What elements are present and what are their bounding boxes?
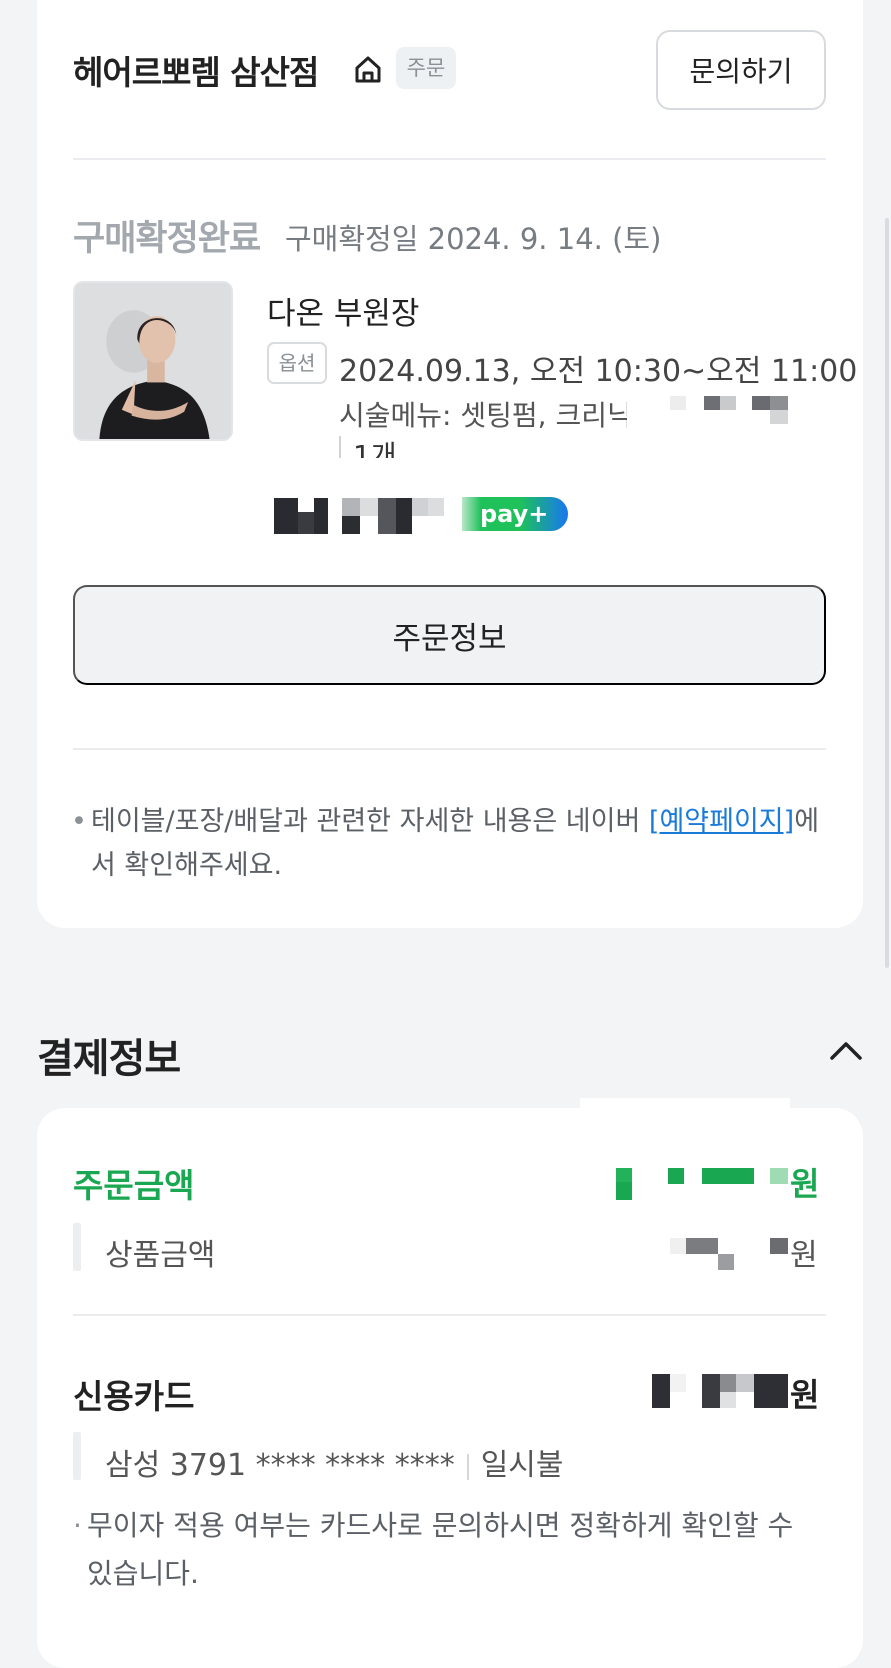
divider bbox=[73, 1314, 826, 1316]
redaction-block bbox=[770, 410, 788, 424]
quantity: 1개 bbox=[339, 436, 397, 458]
npay-plus-badge: pay+ bbox=[462, 497, 568, 531]
store-name[interactable]: 헤어르뽀렘 삼산점 bbox=[73, 46, 319, 94]
booking-notice: • 테이블/포장/배달과 관련한 자세한 내용은 네이버 [예약페이지]에 서 확… bbox=[71, 800, 831, 888]
reservation-datetime: 2024.09.13, 오전 10:30~오전 11:00 bbox=[339, 354, 858, 389]
redaction-block bbox=[770, 1238, 788, 1254]
redaction-block bbox=[720, 396, 736, 410]
bullet: • bbox=[71, 806, 87, 837]
order-type-badge: 주문 bbox=[396, 47, 456, 89]
row-bar bbox=[73, 1432, 81, 1480]
product-amount-label: 상품금액 bbox=[105, 1238, 216, 1273]
order-amount-label: 주문금액 bbox=[73, 1166, 195, 1205]
product-amount-won: 원 bbox=[790, 1238, 818, 1273]
notice-text: 테이블/포장/배달과 관련한 자세한 내용은 네이버 bbox=[91, 806, 649, 837]
notice-text: 있습니다. bbox=[87, 1557, 199, 1590]
redaction-block bbox=[718, 1254, 734, 1270]
service-menu: 시술메뉴: 셋팅펌, 크리닉 bbox=[339, 399, 633, 432]
redaction-block bbox=[670, 1238, 686, 1254]
divider bbox=[73, 748, 826, 750]
chevron-up-icon[interactable] bbox=[828, 1036, 864, 1064]
card-number: 삼성 3791 **** **** **** bbox=[105, 1448, 455, 1483]
redaction-block bbox=[754, 1374, 788, 1408]
redaction-block bbox=[720, 1392, 736, 1408]
redaction-block bbox=[652, 1374, 670, 1408]
redaction-block bbox=[752, 396, 770, 410]
bullet: · bbox=[73, 1509, 82, 1542]
redaction-block bbox=[770, 396, 788, 410]
redaction-block bbox=[616, 1182, 632, 1200]
inquiry-button[interactable]: 문의하기 bbox=[656, 30, 826, 110]
notice-text: 무이자 적용 여부는 카드사로 문의하시면 정확하게 확인할 수 bbox=[87, 1509, 794, 1542]
designer-name[interactable]: 다온 부원장 bbox=[267, 288, 419, 333]
redaction-block bbox=[720, 1374, 736, 1392]
home-icon[interactable] bbox=[352, 53, 384, 85]
divider bbox=[73, 158, 826, 160]
payment-section-title: 결제정보 bbox=[37, 1036, 181, 1082]
card-amount-won: 원 bbox=[790, 1376, 820, 1414]
credit-card-label: 신용카드 bbox=[73, 1377, 195, 1416]
redaction-block bbox=[702, 1374, 720, 1408]
order-status: 구매확정완료 bbox=[73, 219, 261, 259]
designer-photo-image bbox=[75, 283, 231, 439]
row-bar bbox=[73, 1223, 81, 1271]
redaction-block bbox=[686, 1238, 718, 1254]
redaction-block bbox=[670, 396, 686, 410]
order-info-button[interactable]: 주문정보 bbox=[73, 585, 826, 685]
redaction-block bbox=[702, 1168, 754, 1184]
installment: 일시불 bbox=[480, 1448, 564, 1483]
interest-notice: · 무이자 적용 여부는 카드사로 문의하시면 정확하게 확인할 수 있습니다. bbox=[73, 1502, 843, 1598]
confirm-date: 구매확정일 2024. 9. 14. (토) bbox=[285, 222, 662, 256]
notice-text: 에 bbox=[794, 806, 820, 837]
redaction-block bbox=[704, 396, 720, 410]
order-card bbox=[37, 0, 863, 928]
redaction-block bbox=[616, 1168, 632, 1182]
scrollbar[interactable] bbox=[885, 218, 889, 968]
redaction-block bbox=[770, 1168, 788, 1184]
booking-page-link[interactable]: [예약페이지] bbox=[649, 806, 794, 837]
redaction-block bbox=[736, 1374, 754, 1392]
separator bbox=[466, 1453, 469, 1480]
price-redacted bbox=[274, 498, 450, 534]
notice-text: 서 확인해주세요. bbox=[91, 850, 283, 881]
card-info: 삼성 3791 **** **** **** 일시불 bbox=[105, 1440, 564, 1484]
order-amount-won: 원 bbox=[790, 1165, 820, 1203]
designer-photo[interactable] bbox=[73, 281, 233, 441]
redaction bbox=[580, 1098, 790, 1318]
option-badge: 옵션 bbox=[267, 342, 327, 384]
redaction-block bbox=[670, 1374, 686, 1392]
redaction-block bbox=[668, 1168, 684, 1184]
